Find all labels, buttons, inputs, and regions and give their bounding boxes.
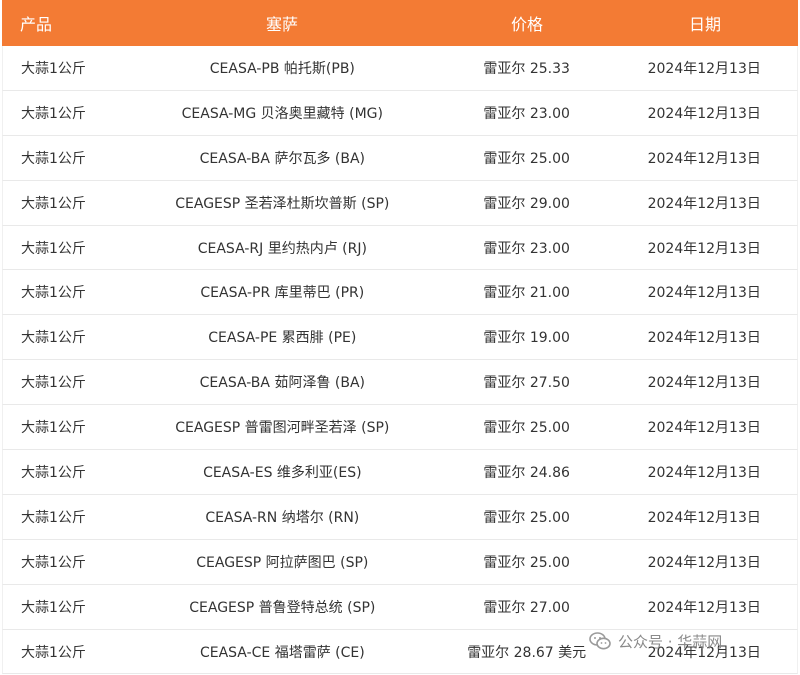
cell-ceasa: CEAGESP 普鲁登特总统 (SP) [189, 599, 376, 616]
table-row: 大蒜1公斤 CEAGESP 普鲁登特总统 (SP) 雷亚尔 27.00 2024年12… [2, 584, 798, 630]
cell-date: 2024年12月13日 [647, 195, 761, 212]
cell-date: 2024年12月13日 [647, 105, 761, 122]
table-row: 大蒜1公斤 CEASA-ES 维多利亚(ES) 雷亚尔 24.86 2024年12月1… [2, 450, 798, 495]
cell-ceasa: CEASA-CE 福塔雷萨 (CE) [199, 644, 365, 661]
cell-ceasa: CEASA-BA 茹阿泽鲁 (BA) [199, 375, 365, 392]
cell-product: 大蒜1公斤 [21, 599, 86, 616]
table-row: 大蒜1公斤 CEASA-RJ 里约热内卢 (RJ) 雷亚尔 23.00 2024年12… [2, 225, 798, 271]
cell-date: 2024年12月13日 [647, 150, 761, 167]
table-header: 产品 塞萨 价格 日期 [2, 0, 798, 46]
cell-product: 大蒜1公斤 [21, 644, 86, 661]
watermark-text: 公众号 · 华蒜网 [618, 632, 723, 651]
table-row: 大蒜1公斤 CEAGESP 圣若泽杜斯坎普斯 (SP) 雷亚尔 29.00 2024年… [2, 180, 798, 226]
table-row: 大蒜1公斤 CEAGESP 阿拉萨图巴 (SP) 雷亚尔 25.00 2024年12月… [2, 539, 798, 585]
cell-price: 雷亚尔 24.86 [483, 464, 570, 481]
cell-product: 大蒜1公斤 [21, 240, 86, 257]
cell-price: 雷亚尔 28.67 美元 [467, 644, 587, 661]
cell-price: 雷亚尔 23.00 [483, 240, 570, 257]
cell-date: 2024年12月13日 [647, 60, 761, 77]
cell-date: 2024年12月13日 [647, 509, 761, 526]
cell-product: 大蒜1公斤 [21, 195, 86, 212]
table-row: 大蒜1公斤 CEASA-RN 纳塔尔 (RN) 雷亚尔 25.00 2024年12月1… [2, 494, 798, 540]
cell-price: 雷亚尔 27.50 [483, 375, 570, 392]
header-price: 价格 [510, 15, 543, 34]
cell-ceasa: CEASA-BA 萨尔瓦多 (BA) [199, 150, 365, 167]
table-body: 大蒜1公斤 CEASA-PB 帕托斯(PB) 雷亚尔 25.33 2024年12月13… [2, 46, 798, 675]
cell-ceasa: CEAGESP 阿拉萨图巴 (SP) [196, 554, 369, 571]
header-product: 产品 [20, 15, 53, 34]
cell-date: 2024年12月13日 [647, 599, 761, 616]
cell-product: 大蒜1公斤 [21, 464, 86, 481]
table-row: 大蒜1公斤 CEASA-BA 萨尔瓦多 (BA) 雷亚尔 25.00 2024年12月… [2, 135, 798, 181]
cell-date: 2024年12月13日 [647, 375, 761, 392]
cell-price: 雷亚尔 19.00 [483, 330, 570, 347]
wechat-icon [589, 632, 611, 650]
cell-ceasa: CEASA-RN 纳塔尔 (RN) [205, 509, 360, 526]
cell-ceasa: CEAGESP 圣若泽杜斯坎普斯 (SP) [175, 195, 390, 212]
cell-product: 大蒜1公斤 [21, 375, 86, 392]
price-table: 产品 塞萨 价格 日期 大蒜1公斤 CEASA-PB 帕托斯(PB) 雷亚尔 25.… [2, 0, 798, 675]
watermark: 公众号 · 华蒜网 [588, 628, 722, 654]
table-row: 大蒜1公斤 CEAGESP 普雷图河畔圣若泽 (SP) 雷亚尔 25.00 2024年… [2, 405, 798, 451]
cell-product: 大蒜1公斤 [21, 420, 86, 437]
cell-product: 大蒜1公斤 [21, 554, 86, 571]
cell-date: 2024年12月13日 [647, 285, 761, 302]
cell-price: 雷亚尔 25.33 [483, 60, 570, 77]
cell-date: 2024年12月13日 [647, 420, 761, 437]
cell-price: 雷亚尔 25.00 [483, 554, 570, 571]
table-row: 大蒜1公斤 CEASA-PR 库里蒂巴 (PR) 雷亚尔 21.00 2024年12月… [2, 270, 798, 316]
cell-ceasa: CEASA-PB 帕托斯(PB) [209, 60, 355, 77]
cell-product: 大蒜1公斤 [21, 150, 86, 167]
cell-price: 雷亚尔 23.00 [483, 105, 570, 122]
cell-date: 2024年12月13日 [647, 330, 761, 347]
cell-product: 大蒜1公斤 [21, 509, 86, 526]
cell-product: 大蒜1公斤 [21, 330, 86, 347]
table-row: 大蒜1公斤 CEASA-PB 帕托斯(PB) 雷亚尔 25.33 2024年12月13… [2, 46, 798, 91]
table-row: 大蒜1公斤 CEASA-BA 茹阿泽鲁 (BA) 雷亚尔 27.50 2024年12月… [2, 360, 798, 406]
cell-product: 大蒜1公斤 [21, 285, 86, 302]
cell-ceasa: CEASA-RJ 里约热内卢 (RJ) [197, 240, 367, 257]
header-date: 日期 [688, 15, 721, 34]
cell-date: 2024年12月13日 [647, 554, 761, 571]
cell-ceasa: CEASA-PE 累西腓 (PE) [208, 330, 357, 347]
cell-price: 雷亚尔 21.00 [483, 285, 570, 302]
cell-ceasa: CEASA-PR 库里蒂巴 (PR) [200, 285, 365, 302]
cell-ceasa: CEASA-MG 贝洛奥里藏特 (MG) [181, 105, 383, 122]
cell-ceasa: CEASA-ES 维多利亚(ES) [203, 464, 362, 481]
cell-price: 雷亚尔 29.00 [483, 195, 570, 212]
cell-price: 雷亚尔 27.00 [483, 599, 570, 616]
table-row: 大蒜1公斤 CEASA-MG 贝洛奥里藏特 (MG) 雷亚尔 23.00 2024年1… [2, 90, 798, 136]
cell-price: 雷亚尔 25.00 [483, 150, 570, 167]
cell-ceasa: CEAGESP 普雷图河畔圣若泽 (SP) [175, 420, 390, 437]
cell-product: 大蒜1公斤 [21, 105, 86, 122]
cell-price: 雷亚尔 25.00 [483, 420, 570, 437]
cell-price: 雷亚尔 25.00 [483, 509, 570, 526]
cell-date: 2024年12月13日 [647, 464, 761, 481]
table-row: 大蒜1公斤 CEASA-PE 累西腓 (PE) 雷亚尔 19.00 2024年12月1… [2, 315, 798, 361]
cell-product: 大蒜1公斤 [21, 60, 86, 77]
header-ceasa: 塞萨 [265, 15, 298, 34]
cell-date: 2024年12月13日 [647, 240, 761, 257]
